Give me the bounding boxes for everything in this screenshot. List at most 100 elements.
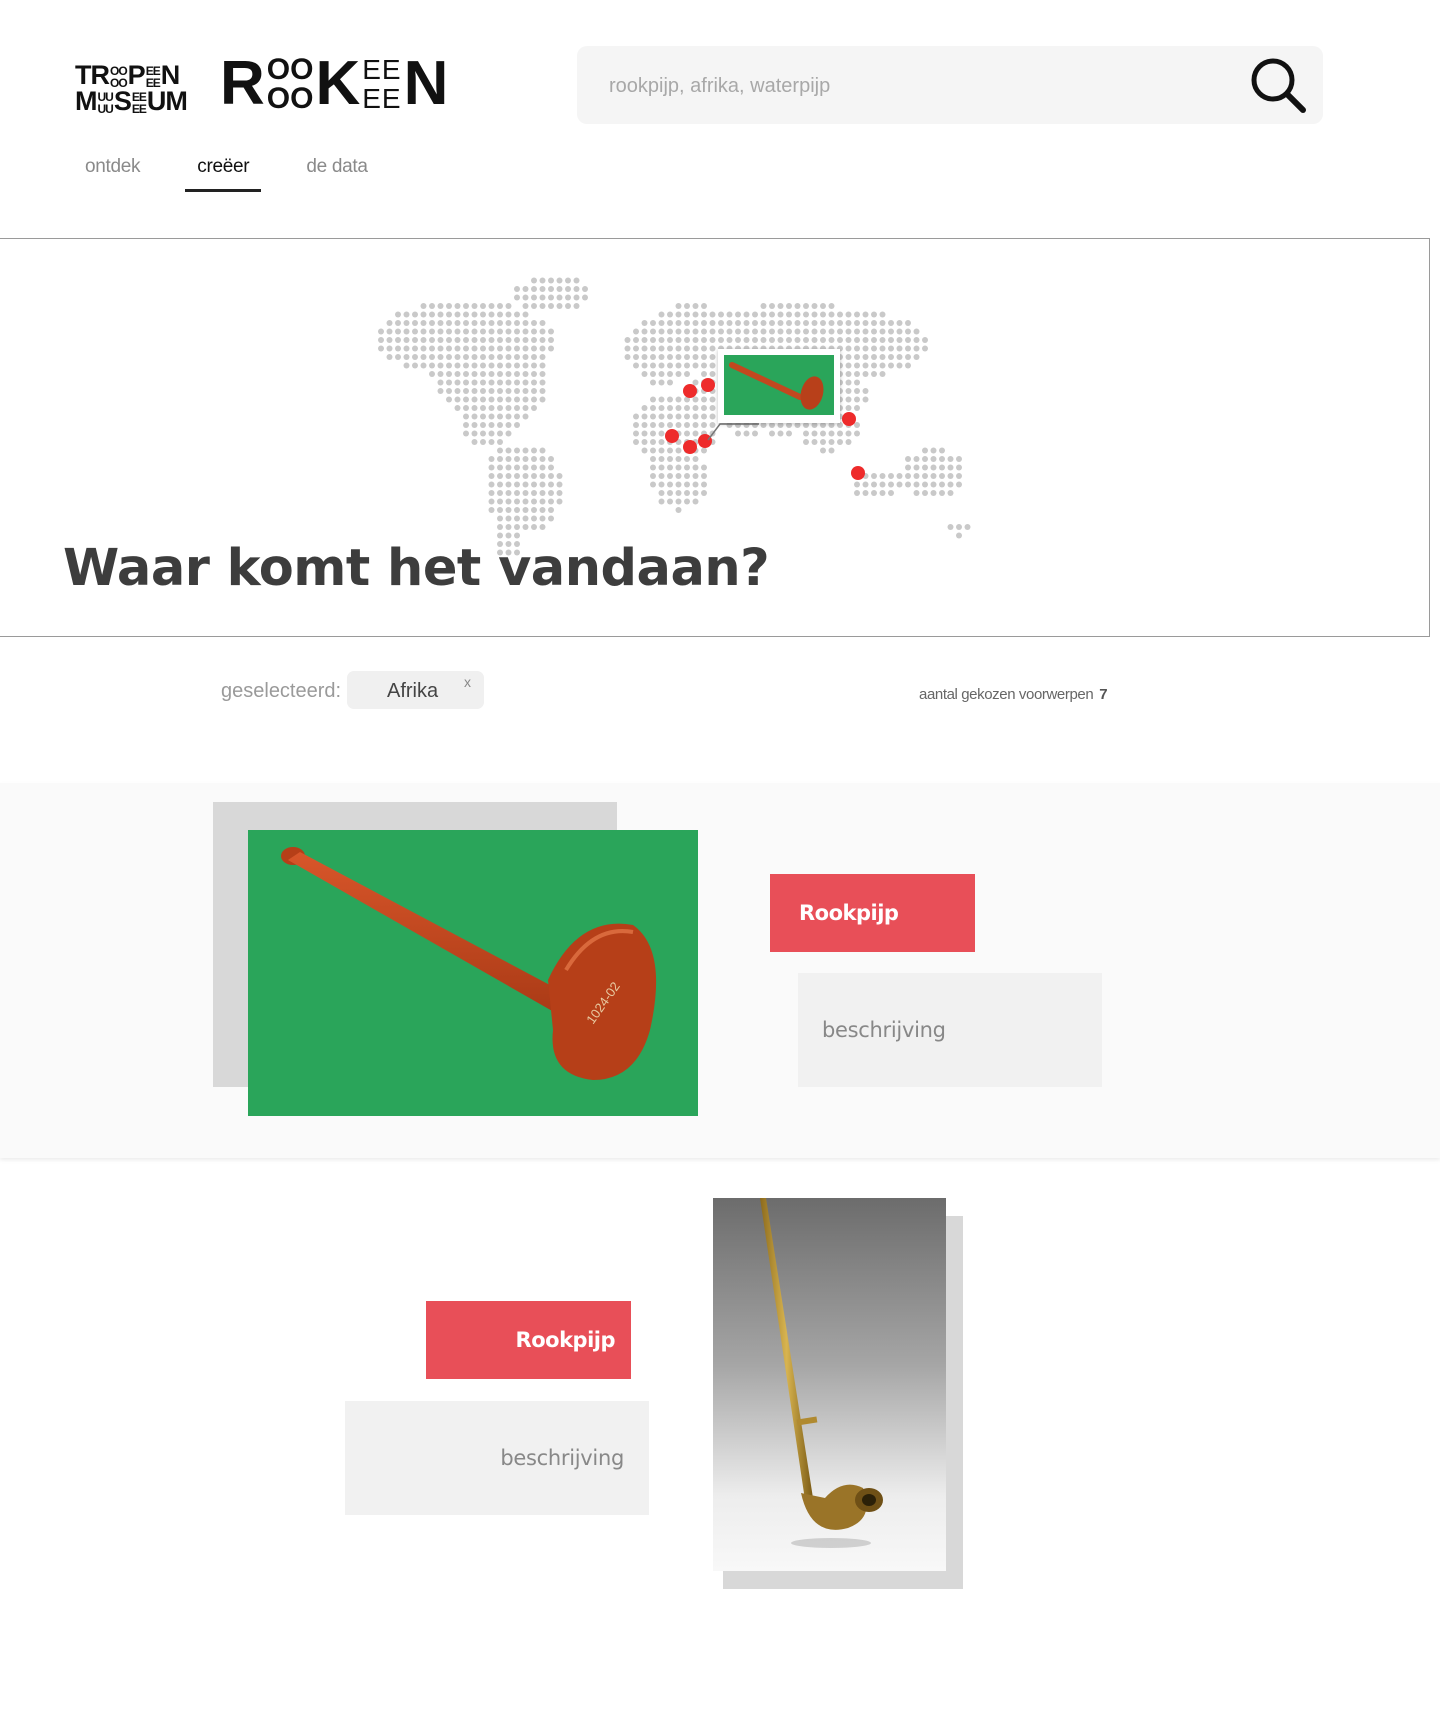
map-dot bbox=[794, 337, 801, 343]
map-dot bbox=[684, 422, 690, 428]
map-dot bbox=[480, 379, 486, 386]
search-input[interactable] bbox=[607, 46, 1231, 126]
search-button[interactable] bbox=[1247, 54, 1309, 116]
map-dot bbox=[692, 362, 699, 369]
map-dot bbox=[633, 413, 639, 420]
map-dot bbox=[522, 456, 529, 462]
map-location-marker[interactable] bbox=[701, 378, 715, 392]
map-location-marker[interactable] bbox=[665, 429, 679, 443]
map-dot bbox=[701, 405, 707, 411]
map-dot bbox=[684, 430, 690, 437]
map-dot bbox=[854, 354, 860, 360]
map-dot bbox=[709, 311, 716, 318]
map-dot bbox=[701, 481, 707, 488]
map-dot bbox=[769, 430, 775, 437]
map-dot bbox=[463, 337, 469, 343]
map-dot bbox=[692, 422, 699, 428]
item-title-2[interactable]: Rookpijp bbox=[426, 1301, 631, 1379]
filter-chip[interactable]: Afrika x bbox=[347, 671, 484, 709]
map-dot bbox=[684, 456, 690, 462]
map-dot bbox=[420, 362, 427, 369]
map-dot bbox=[701, 328, 707, 335]
map-dot bbox=[922, 337, 928, 343]
map-dot bbox=[667, 473, 673, 479]
map-location-marker[interactable] bbox=[851, 466, 865, 480]
map-dot bbox=[463, 311, 469, 318]
map-dot bbox=[752, 337, 758, 343]
map-dot bbox=[488, 362, 495, 369]
item-image-2[interactable] bbox=[713, 1198, 946, 1571]
map-dot bbox=[454, 311, 461, 318]
map-dot bbox=[488, 388, 495, 394]
map-dot bbox=[539, 379, 546, 386]
map-dot bbox=[658, 490, 665, 496]
map-dot bbox=[650, 405, 656, 411]
map-dot bbox=[505, 447, 512, 454]
logo-letters: P bbox=[127, 60, 146, 90]
tab-creeer[interactable]: creëer bbox=[182, 150, 264, 192]
map-dot bbox=[658, 439, 665, 445]
map-dot bbox=[514, 507, 520, 513]
map-dot bbox=[480, 303, 486, 309]
item-image-1[interactable]: 1024-02 bbox=[248, 830, 698, 1116]
map-dot bbox=[913, 464, 920, 471]
map-dot bbox=[854, 422, 860, 428]
item-title-1[interactable]: Rookpijp bbox=[770, 874, 975, 952]
map-dot bbox=[403, 362, 410, 369]
map-location-marker[interactable] bbox=[842, 412, 856, 426]
map-dot bbox=[650, 328, 656, 335]
map-dot bbox=[667, 320, 673, 326]
map-dot bbox=[471, 311, 478, 318]
logo-letters: EE bbox=[362, 83, 402, 114]
map-dot bbox=[522, 379, 529, 386]
logo-letters: M bbox=[75, 86, 97, 116]
map-dot bbox=[505, 524, 512, 530]
map-dot bbox=[522, 320, 529, 326]
map-dot bbox=[463, 422, 469, 428]
map-item-tooltip[interactable] bbox=[718, 349, 840, 423]
tropenmuseum-logo[interactable]: TR OO OO P EE EE N M UU UU S EE EE UM bbox=[75, 60, 190, 116]
map-dot bbox=[667, 354, 673, 360]
map-dot bbox=[888, 345, 894, 352]
map-dot bbox=[446, 362, 452, 369]
rookeen-logo[interactable]: R OO OO K EE EE N bbox=[220, 53, 448, 115]
map-dot bbox=[548, 303, 554, 309]
map-dot bbox=[480, 354, 486, 360]
item-description-1: beschrijving bbox=[798, 973, 1102, 1087]
map-dot bbox=[480, 439, 486, 445]
map-dot bbox=[947, 456, 954, 462]
map-dot bbox=[718, 328, 724, 335]
tab-ontdek[interactable]: ontdek bbox=[70, 150, 155, 186]
map-dot bbox=[879, 337, 886, 343]
map-dot bbox=[667, 337, 673, 343]
map-dot bbox=[650, 456, 656, 462]
map-location-marker[interactable] bbox=[698, 434, 712, 448]
logo-letters: EE bbox=[131, 102, 147, 116]
map-dot bbox=[463, 413, 469, 420]
map-dot bbox=[675, 337, 682, 343]
map-dot bbox=[514, 371, 520, 377]
chip-remove-button[interactable]: x bbox=[464, 674, 471, 690]
map-dot bbox=[658, 481, 665, 488]
page-title: Waar komt het vandaan? bbox=[63, 539, 770, 598]
map-dot bbox=[522, 311, 529, 318]
map-dot bbox=[871, 328, 877, 335]
map-location-marker[interactable] bbox=[683, 440, 697, 454]
map-dot bbox=[854, 320, 860, 326]
map-dot bbox=[386, 354, 393, 360]
map-dot bbox=[531, 396, 537, 403]
map-dot bbox=[548, 481, 554, 488]
map-location-marker[interactable] bbox=[683, 384, 697, 398]
map-dot bbox=[701, 490, 707, 496]
tab-de-data[interactable]: de data bbox=[291, 150, 382, 186]
world-dot-map[interactable] bbox=[359, 264, 999, 564]
map-dot bbox=[565, 277, 571, 284]
map-dot bbox=[454, 388, 461, 394]
map-dot bbox=[854, 396, 860, 403]
map-dot bbox=[573, 277, 580, 284]
map-dot bbox=[480, 345, 486, 352]
map-dot bbox=[548, 473, 554, 479]
map-dot bbox=[896, 345, 903, 352]
map-dot bbox=[624, 354, 631, 360]
map-dot bbox=[471, 345, 478, 352]
